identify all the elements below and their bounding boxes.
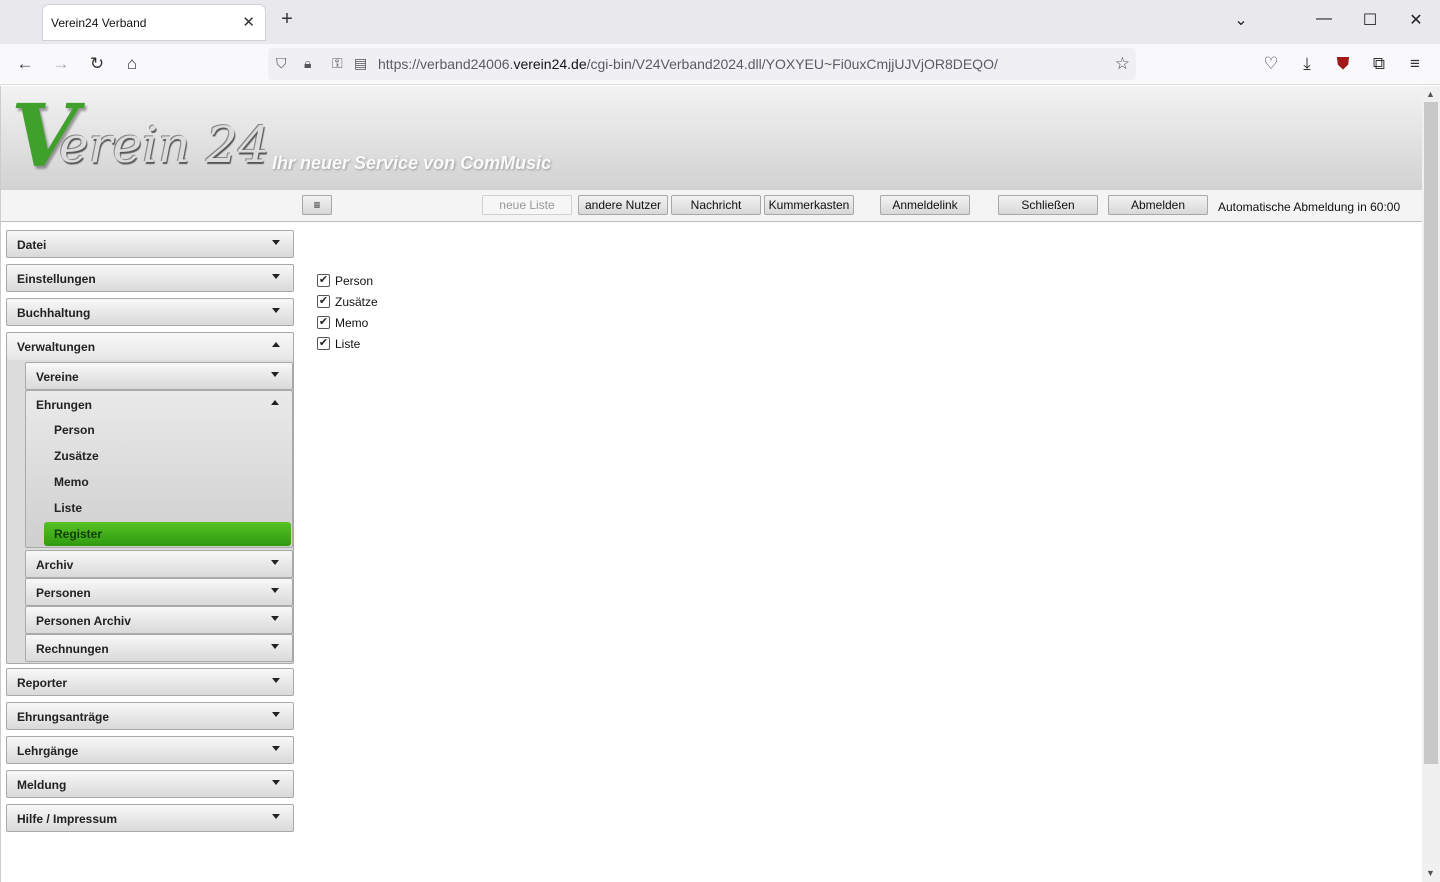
menu-toggle-button[interactable]: ≡ <box>302 195 332 215</box>
lock-icon[interactable]: 🔒︎ <box>304 55 311 72</box>
chevron-down-icon <box>271 560 279 565</box>
maximize-icon[interactable]: ☐ <box>1358 10 1382 30</box>
menu-item-liste[interactable]: Liste <box>44 496 291 520</box>
menu-personen-archiv[interactable]: Personen Archiv <box>25 606 293 634</box>
chevron-up-icon <box>272 342 280 347</box>
page-scrollbar[interactable]: ▲ ▼ <box>1422 86 1440 882</box>
url-text: https://verband24006.verein24.de/cgi-bin… <box>378 56 998 72</box>
chevron-down-icon <box>272 712 280 717</box>
chevron-down-icon <box>271 644 279 649</box>
message-button[interactable]: Nachricht <box>671 195 761 215</box>
menu-lehrgaenge[interactable]: Lehrgänge <box>6 736 294 764</box>
tab-list-chevron-icon[interactable]: ⌄ <box>1229 10 1253 30</box>
menu-rechnungen[interactable]: Rechnungen <box>25 634 293 662</box>
chevron-down-icon <box>272 780 280 785</box>
other-users-button[interactable]: andere Nutzer <box>578 195 668 215</box>
page-icon[interactable]: ▤ <box>354 55 367 72</box>
menu-item-zusaetze[interactable]: Zusätze <box>44 444 291 468</box>
menu-ehrungen[interactable]: Ehrungen <box>25 390 293 418</box>
menu-reporter[interactable]: Reporter <box>6 668 294 696</box>
close-tab-icon[interactable]: ✕ <box>242 13 255 31</box>
complaints-button[interactable]: Kummerkasten <box>764 195 854 215</box>
chevron-down-icon <box>272 678 280 683</box>
check-icon[interactable]: ✔ <box>317 316 330 329</box>
pocket-icon[interactable]: ♡ <box>1260 54 1282 74</box>
scroll-down-icon[interactable]: ▼ <box>1426 868 1435 878</box>
home-icon[interactable]: ⌂ <box>121 54 143 74</box>
menu-hilfe-impressum[interactable]: Hilfe / Impressum <box>6 804 294 832</box>
logout-button[interactable]: Abmelden <box>1108 195 1208 215</box>
menu-item-register[interactable]: Register <box>44 522 291 546</box>
chevron-down-icon <box>271 616 279 621</box>
chevron-down-icon <box>272 814 280 819</box>
site-header: V erein 24 Ihr neuer Service von ComMusi… <box>1 86 1422 190</box>
login-link-button[interactable]: Anmeldelink <box>880 195 970 215</box>
chevron-down-icon <box>272 308 280 313</box>
back-icon[interactable]: ← <box>14 54 36 74</box>
chevron-down-icon <box>272 274 280 279</box>
downloads-icon[interactable]: ⤓ <box>1296 54 1318 74</box>
menu-archiv[interactable]: Archiv <box>25 550 293 578</box>
web-page: V erein 24 Ihr neuer Service von ComMusi… <box>0 86 1422 882</box>
browser-tab[interactable]: Verein24 Verband ✕ <box>43 5 265 40</box>
toolbar: ≡ neue Liste andere Nutzer Nachricht Kum… <box>1 190 1422 222</box>
chevron-up-icon <box>271 400 279 405</box>
close-button[interactable]: Schließen <box>998 195 1098 215</box>
url-bar[interactable]: ⛉ 🔒︎ ⚿ ▤ https://verband24006.verein24.d… <box>268 48 1136 80</box>
verein24-logo[interactable]: V erein 24 <box>11 94 270 186</box>
window-close-icon[interactable]: ✕ <box>1404 10 1428 30</box>
menu-verwaltungen[interactable]: Verwaltungen <box>6 332 294 360</box>
scroll-up-icon[interactable]: ▲ <box>1426 89 1435 99</box>
ublock-icon[interactable]: ⛊ <box>1332 54 1354 74</box>
slogan: Ihr neuer Service von ComMusic <box>272 153 552 173</box>
auto-logout-timer: Automatische Abmeldung in 60:00 <box>1218 200 1401 214</box>
menu-personen[interactable]: Personen <box>25 578 293 606</box>
chevron-down-icon <box>271 372 279 377</box>
minimize-icon[interactable]: — <box>1312 10 1336 28</box>
menu-vereine[interactable]: Vereine <box>25 362 293 390</box>
scrollbar-thumb[interactable] <box>1424 102 1438 764</box>
new-tab-icon[interactable]: + <box>277 8 297 31</box>
menu-meldung[interactable]: Meldung <box>6 770 294 798</box>
chevron-down-icon <box>272 746 280 751</box>
menu-ehrungsantraege[interactable]: Ehrungsanträge <box>6 702 294 730</box>
menu-item-person[interactable]: Person <box>44 418 291 442</box>
app-menu-icon[interactable]: ≡ <box>1404 54 1426 74</box>
chevron-down-icon <box>272 240 280 245</box>
browser-tabbar: Verein24 Verband ✕ + ⌄ — ☐ ✕ <box>0 0 1440 44</box>
tab-title: Verein24 Verband <box>51 16 147 30</box>
browser-navbar: ← → ↻ ⌂ ⛉ 🔒︎ ⚿ ▤ https://verband24006.ve… <box>0 44 1440 85</box>
permissions-icon[interactable]: ⚿ <box>332 55 343 72</box>
check-icon[interactable]: ✔ <box>317 295 330 308</box>
check-icon[interactable]: ✔ <box>317 274 330 287</box>
new-list-button[interactable]: neue Liste <box>482 195 572 215</box>
extensions-icon[interactable]: ⧉ <box>1368 54 1390 74</box>
menu-einstellungen[interactable]: Einstellungen <box>6 264 294 292</box>
menu-datei[interactable]: Datei <box>6 230 294 258</box>
shield-icon[interactable]: ⛉ <box>276 55 287 72</box>
chevron-down-icon <box>271 588 279 593</box>
reload-icon[interactable]: ↻ <box>86 54 108 74</box>
menu-item-memo[interactable]: Memo <box>44 470 291 494</box>
bookmark-star-icon[interactable]: ☆ <box>1115 54 1130 74</box>
check-icon[interactable]: ✔ <box>317 337 330 350</box>
menu-buchhaltung[interactable]: Buchhaltung <box>6 298 294 326</box>
forward-icon[interactable]: → <box>50 54 72 74</box>
